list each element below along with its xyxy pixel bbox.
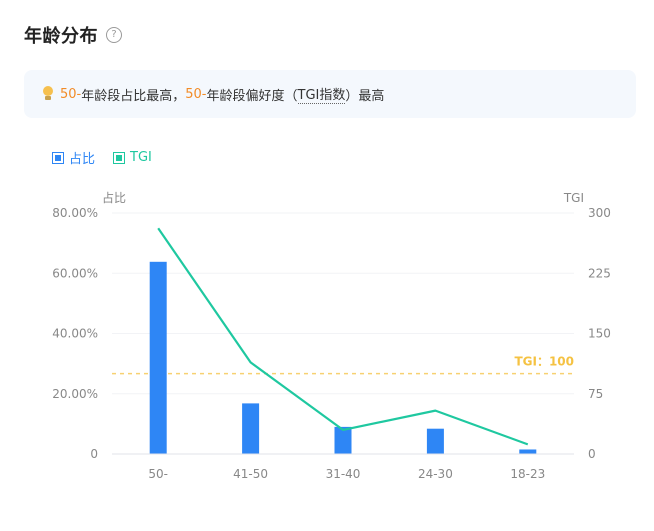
y-right-tick-label: 300: [588, 206, 611, 220]
y-left-tick-label: 80.00%: [52, 206, 98, 220]
age-distribution-chart: 占比 TGI 0 20.00% 40.00% 60.00% 80.00% 0 75 150 2…: [52, 190, 611, 481]
y-right-tick-label: 75: [588, 387, 603, 401]
y-right-tick-label: 225: [588, 266, 611, 280]
y-left-tick-label: 40.00%: [52, 327, 98, 341]
y-left-ticks: 0 20.00% 40.00% 60.00% 80.00%: [52, 206, 98, 461]
bar-50-[interactable]: [149, 261, 167, 454]
x-tick-label: 50-: [148, 467, 168, 481]
tgi-reference-label: TGI：100: [514, 355, 574, 369]
y-right-ticks: 0 75 150 225 300: [588, 206, 611, 461]
x-tick-label: 41-50: [233, 467, 268, 481]
y-right-tick-label: 150: [588, 327, 611, 341]
y-right-axis-title: TGI: [563, 191, 584, 205]
tgi-line-series: [157, 227, 529, 446]
bar-18-23[interactable]: [519, 449, 537, 454]
tgi-line[interactable]: [157, 227, 529, 446]
y-left-tick-label: 0: [90, 447, 98, 461]
y-left-tick-label: 60.00%: [52, 266, 98, 280]
x-tick-label: 24-30: [418, 467, 453, 481]
x-axis-ticks: 50- 41-50 31-40 24-30 18-23: [148, 467, 545, 481]
y-right-tick-label: 0: [588, 447, 596, 461]
grid-lines: [112, 212, 574, 395]
y-left-tick-label: 20.00%: [52, 387, 98, 401]
bar-24-30[interactable]: [426, 428, 444, 454]
y-left-axis-title: 占比: [102, 190, 126, 205]
bar-41-50[interactable]: [242, 403, 260, 454]
x-tick-label: 18-23: [510, 467, 545, 481]
x-tick-label: 31-40: [326, 467, 361, 481]
reference-line-group: TGI：100: [112, 355, 574, 375]
